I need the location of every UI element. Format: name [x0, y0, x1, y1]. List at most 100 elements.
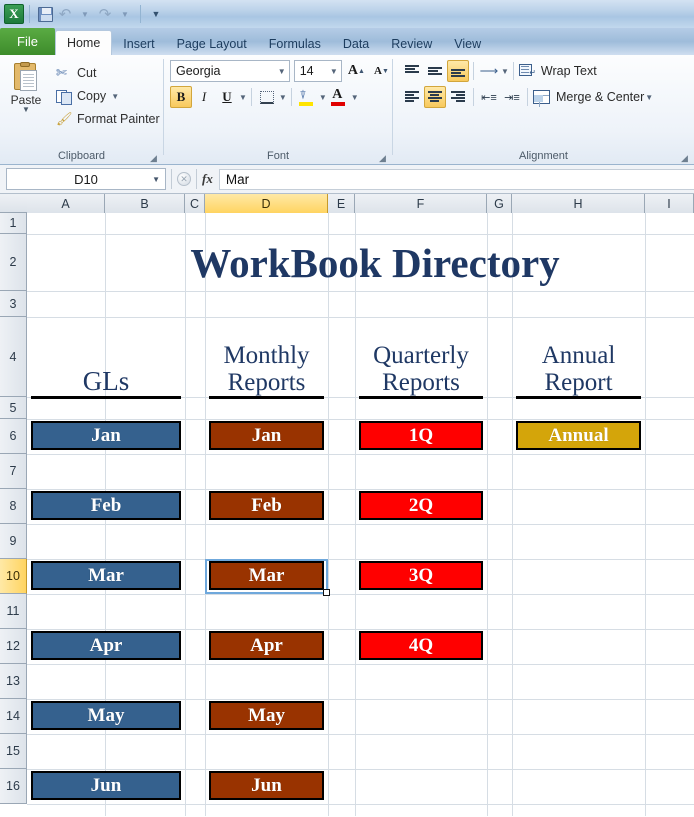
- row-header-11[interactable]: 11: [0, 594, 27, 629]
- excel-logo-icon[interactable]: X: [4, 4, 24, 24]
- fill-color-dropdown-icon[interactable]: ▼: [319, 93, 327, 102]
- workbook-link-feb[interactable]: Feb: [209, 491, 324, 520]
- workbook-link-2q[interactable]: 2Q: [359, 491, 483, 520]
- row-header-7[interactable]: 7: [0, 454, 27, 489]
- align-top-button[interactable]: [401, 60, 423, 82]
- underline-button[interactable]: U: [216, 86, 238, 108]
- merge-center-label[interactable]: Merge & Center: [552, 90, 644, 104]
- row-header-10[interactable]: 10: [0, 559, 27, 594]
- workbook-link-jan[interactable]: Jan: [31, 421, 181, 450]
- insert-function-icon[interactable]: fx: [202, 171, 213, 187]
- workbook-link-apr[interactable]: Apr: [209, 631, 324, 660]
- cancel-formula-icon[interactable]: ✕: [177, 172, 191, 186]
- row-header-13[interactable]: 13: [0, 664, 27, 699]
- chevron-down-icon[interactable]: ▼: [326, 67, 338, 76]
- column-header-d[interactable]: D: [205, 194, 328, 213]
- row-header-16[interactable]: 16: [0, 769, 27, 804]
- tab-review[interactable]: Review: [380, 32, 443, 55]
- chevron-down-icon[interactable]: ▼: [152, 175, 160, 184]
- increase-indent-button[interactable]: ⇥≡: [501, 86, 523, 108]
- column-title-quarterly-reports[interactable]: Quarterly Reports: [359, 317, 483, 397]
- column-header-b[interactable]: B: [105, 194, 185, 213]
- workbook-link-4q[interactable]: 4Q: [359, 631, 483, 660]
- row-header-2[interactable]: 2: [0, 234, 27, 291]
- italic-button[interactable]: I: [193, 86, 215, 108]
- page-title[interactable]: WorkBook Directory: [105, 234, 645, 291]
- paste-dropdown-icon[interactable]: ▼: [22, 106, 30, 114]
- workbook-link-mar[interactable]: Mar: [31, 561, 181, 590]
- tab-formulas[interactable]: Formulas: [258, 32, 332, 55]
- undo-icon[interactable]: ↶: [55, 4, 75, 24]
- tab-data[interactable]: Data: [332, 32, 380, 55]
- align-left-button[interactable]: [401, 86, 423, 108]
- row-header-1[interactable]: 1: [0, 213, 27, 234]
- orientation-button[interactable]: ⟶: [478, 60, 500, 82]
- redo-icon[interactable]: ↷: [95, 4, 115, 24]
- copy-button[interactable]: Copy ▼: [52, 85, 160, 107]
- font-name-input[interactable]: Georgia ▼: [170, 60, 290, 82]
- chevron-down-icon[interactable]: ▼: [274, 67, 286, 76]
- clipboard-dialog-launcher-icon[interactable]: ◢: [150, 153, 160, 163]
- workbook-link-feb[interactable]: Feb: [31, 491, 181, 520]
- merge-center-button[interactable]: [532, 86, 551, 108]
- row-header-4[interactable]: 4: [0, 317, 27, 397]
- align-right-button[interactable]: [447, 86, 469, 108]
- customize-quick-access-toolbar-icon[interactable]: ▼: [146, 4, 166, 24]
- cut-button[interactable]: ✄ Cut: [52, 62, 160, 84]
- cell-area[interactable]: WorkBook Directory GLs Monthly Reports Quar…: [27, 213, 694, 816]
- row-header-3[interactable]: 3: [0, 291, 27, 317]
- grow-font-button[interactable]: A ▲: [346, 60, 367, 82]
- row-header-9[interactable]: 9: [0, 524, 27, 559]
- column-header-c[interactable]: C: [185, 194, 205, 213]
- alignment-dialog-launcher-icon[interactable]: ◢: [681, 153, 691, 163]
- workbook-link-jun[interactable]: Jun: [209, 771, 324, 800]
- tab-view[interactable]: View: [443, 32, 492, 55]
- font-color-dropdown-icon[interactable]: ▼: [351, 93, 359, 102]
- column-title-annual-report[interactable]: Annual Report: [516, 317, 641, 397]
- workbook-link-apr[interactable]: Apr: [31, 631, 181, 660]
- font-color-button[interactable]: A: [328, 86, 350, 108]
- row-header-5[interactable]: 5: [0, 397, 27, 419]
- workbook-link-annual[interactable]: Annual: [516, 421, 641, 450]
- tab-home[interactable]: Home: [54, 30, 113, 55]
- formula-input[interactable]: Mar: [218, 168, 694, 190]
- paste-button[interactable]: Paste ▼: [0, 60, 52, 114]
- column-header-h[interactable]: H: [512, 194, 645, 213]
- format-painter-button[interactable]: 🖌 Format Painter: [52, 108, 160, 130]
- column-header-i[interactable]: I: [645, 194, 694, 213]
- redo-dropdown-icon[interactable]: ▼: [115, 4, 135, 24]
- orientation-dropdown-icon[interactable]: ▼: [501, 67, 509, 76]
- workbook-link-mar[interactable]: Mar: [209, 561, 324, 590]
- decrease-indent-button[interactable]: ⇤≡: [478, 86, 500, 108]
- column-header-e[interactable]: E: [328, 194, 355, 213]
- column-header-f[interactable]: F: [355, 194, 487, 213]
- copy-dropdown-icon[interactable]: ▼: [111, 92, 119, 101]
- workbook-link-may[interactable]: May: [31, 701, 181, 730]
- row-header-15[interactable]: 15: [0, 734, 27, 769]
- align-bottom-button[interactable]: [447, 60, 469, 82]
- borders-button[interactable]: [256, 86, 278, 108]
- bold-button[interactable]: B: [170, 86, 192, 108]
- tab-file[interactable]: File: [0, 28, 55, 55]
- worksheet-grid[interactable]: ABCDEFGHI 1 2 3 4 5 6 7 8 9 10 11 12 13 14 15 16 WorkBo…: [0, 194, 694, 816]
- name-box[interactable]: D10 ▼: [6, 168, 166, 190]
- column-title-monthly-reports[interactable]: Monthly Reports: [209, 317, 324, 397]
- borders-dropdown-icon[interactable]: ▼: [279, 93, 287, 102]
- column-header-g[interactable]: G: [487, 194, 512, 213]
- row-header-6[interactable]: 6: [0, 419, 27, 454]
- shrink-font-button[interactable]: A ▼: [371, 60, 392, 82]
- workbook-link-1q[interactable]: 1Q: [359, 421, 483, 450]
- merge-center-dropdown-icon[interactable]: ▼: [645, 93, 653, 102]
- font-dialog-launcher-icon[interactable]: ◢: [379, 153, 389, 163]
- align-middle-button[interactable]: [424, 60, 446, 82]
- tab-page-layout[interactable]: Page Layout: [166, 32, 258, 55]
- underline-dropdown-icon[interactable]: ▼: [239, 93, 247, 102]
- workbook-link-may[interactable]: May: [209, 701, 324, 730]
- wrap-text-label[interactable]: Wrap Text: [537, 64, 597, 78]
- column-header-a[interactable]: A: [27, 194, 105, 213]
- workbook-link-jun[interactable]: Jun: [31, 771, 181, 800]
- align-center-button[interactable]: [424, 86, 446, 108]
- fill-color-button[interactable]: ⍒: [296, 86, 318, 108]
- row-header-14[interactable]: 14: [0, 699, 27, 734]
- workbook-link-jan[interactable]: Jan: [209, 421, 324, 450]
